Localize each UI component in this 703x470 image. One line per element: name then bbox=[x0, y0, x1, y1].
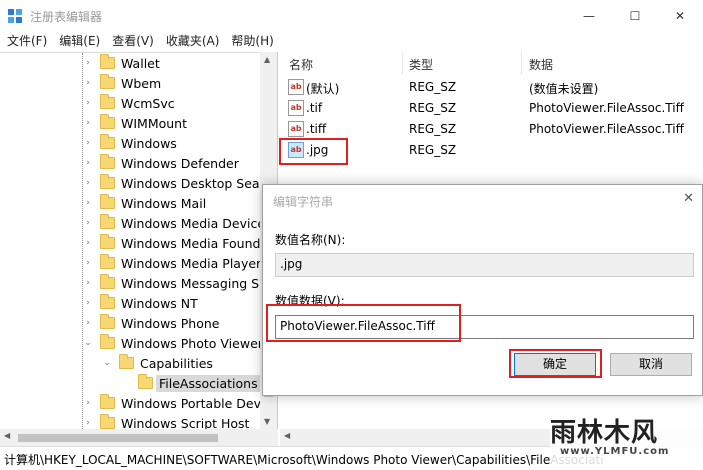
list-item[interactable]: ab (默认) REG_SZ (数值未设置) bbox=[280, 77, 703, 98]
highlight-value-data bbox=[266, 304, 461, 342]
cancel-button[interactable]: 取消 bbox=[610, 353, 692, 376]
chevron-right-icon[interactable]: › bbox=[82, 78, 94, 88]
folder-icon bbox=[100, 234, 115, 249]
tree-item[interactable]: › WcmSvc bbox=[82, 93, 175, 113]
chevron-right-icon[interactable]: › bbox=[82, 398, 94, 408]
scroll-down-icon[interactable]: ▼ bbox=[264, 417, 270, 426]
chevron-right-icon[interactable]: › bbox=[82, 238, 94, 248]
string-value-icon: ab bbox=[288, 121, 304, 137]
chevron-right-icon[interactable]: › bbox=[82, 298, 94, 308]
list-header: 名称 类型 数据 bbox=[280, 52, 703, 74]
column-name-header[interactable]: 名称 bbox=[289, 56, 313, 73]
chevron-right-icon[interactable]: › bbox=[82, 158, 94, 168]
tree-item[interactable]: › Windows NT bbox=[82, 293, 198, 313]
tree-item[interactable]: › Wbem bbox=[82, 73, 161, 93]
chevron-right-icon[interactable]: › bbox=[82, 318, 94, 328]
chevron-right-icon[interactable]: › bbox=[82, 278, 94, 288]
tree-item[interactable]: › WIMMount bbox=[82, 113, 187, 133]
tree-item[interactable]: › Windows Desktop Sear bbox=[82, 173, 265, 193]
menu-edit[interactable]: 编辑(E) bbox=[53, 32, 106, 52]
regedit-app-icon bbox=[8, 9, 22, 23]
tree-item[interactable]: › Windows Phone bbox=[82, 313, 220, 333]
folder-icon bbox=[100, 394, 115, 409]
scroll-thumb[interactable] bbox=[18, 434, 218, 442]
menu-file[interactable]: 文件(F) bbox=[0, 32, 53, 52]
folder-icon bbox=[100, 294, 115, 309]
folder-icon bbox=[100, 274, 115, 289]
folder-icon bbox=[100, 174, 115, 189]
chevron-right-icon[interactable]: › bbox=[82, 198, 94, 208]
tree-item[interactable]: › Windows Media Player bbox=[82, 253, 261, 273]
folder-icon bbox=[100, 254, 115, 269]
registry-tree: › Wallet › Wbem › WcmSvc › WIMMount › Windows… bbox=[0, 52, 278, 446]
folder-icon bbox=[100, 334, 115, 349]
highlight-ok-button bbox=[509, 349, 602, 378]
chevron-right-icon[interactable]: › bbox=[82, 218, 94, 228]
scroll-up-icon[interactable]: ▲ bbox=[264, 55, 270, 64]
dialog-close-icon[interactable]: ✕ bbox=[683, 191, 694, 206]
menu-favorites[interactable]: 收藏夹(A) bbox=[160, 32, 226, 52]
tree-item[interactable]: › Windows bbox=[82, 133, 177, 153]
folder-icon bbox=[119, 354, 134, 369]
watermark-logo-text: 雨林木风 bbox=[550, 418, 659, 448]
minimize-button[interactable]: — bbox=[566, 0, 612, 32]
folder-icon bbox=[100, 134, 115, 149]
tree-item[interactable]: › Wallet bbox=[82, 53, 160, 73]
scroll-left-icon[interactable]: ◀ bbox=[4, 431, 10, 440]
highlight-jpg-row bbox=[279, 138, 348, 165]
menu-help[interactable]: 帮助(H) bbox=[225, 32, 279, 52]
folder-icon bbox=[100, 194, 115, 209]
chevron-right-icon[interactable]: › bbox=[82, 98, 94, 108]
chevron-right-icon[interactable]: › bbox=[82, 178, 94, 188]
tree-horizontal-scrollbar[interactable]: ◀ bbox=[0, 429, 278, 446]
folder-icon bbox=[100, 74, 115, 89]
folder-icon bbox=[100, 214, 115, 229]
tree-item[interactable]: › Windows Mail bbox=[82, 193, 206, 213]
registry-path: 计算机\HKEY_LOCAL_MACHINE\SOFTWARE\Microsof… bbox=[4, 453, 604, 467]
tree-item[interactable]: › Windows Media Founda bbox=[82, 233, 268, 253]
dialog-title: 编辑字符串 bbox=[273, 195, 334, 209]
chevron-right-icon[interactable]: › bbox=[82, 58, 94, 68]
folder-icon bbox=[100, 94, 115, 109]
tree-item-selected[interactable]: FileAssociations bbox=[120, 373, 261, 393]
watermark-url: www.YLMFU.com bbox=[560, 446, 670, 457]
title-bar: 注册表编辑器 — ☐ ✕ bbox=[0, 0, 703, 32]
folder-icon bbox=[100, 54, 115, 69]
list-item[interactable]: ab .tiff REG_SZ PhotoViewer.FileAssoc.Ti… bbox=[280, 119, 703, 140]
maximize-button[interactable]: ☐ bbox=[612, 0, 658, 32]
tree-item[interactable]: › Windows Messaging Su bbox=[82, 273, 267, 293]
value-name-field[interactable]: .jpg bbox=[275, 253, 694, 277]
watermark: 雨林木风 www.YLMFU.com bbox=[550, 408, 703, 470]
chevron-right-icon[interactable]: › bbox=[82, 258, 94, 268]
chevron-right-icon[interactable]: › bbox=[82, 138, 94, 148]
tree-item[interactable]: › Windows Media Device bbox=[82, 213, 265, 233]
folder-icon bbox=[100, 114, 115, 129]
tree-item[interactable]: › Windows Portable Devic bbox=[82, 393, 271, 413]
chevron-down-icon[interactable]: ⌄ bbox=[101, 358, 113, 368]
folder-icon bbox=[100, 314, 115, 329]
chevron-right-icon[interactable]: › bbox=[82, 418, 94, 428]
menu-view[interactable]: 查看(V) bbox=[106, 32, 160, 52]
folder-icon bbox=[100, 414, 115, 429]
string-value-icon: ab bbox=[288, 100, 304, 116]
tree-item[interactable]: ⌄ Windows Photo Viewer bbox=[82, 333, 263, 353]
column-data-header[interactable]: 数据 bbox=[529, 56, 553, 73]
tree-item[interactable]: ⌄ Capabilities bbox=[101, 353, 213, 373]
value-name-label: 数值名称(N): bbox=[275, 233, 346, 247]
menu-bar: 文件(F) 编辑(E) 查看(V) 收藏夹(A) 帮助(H) bbox=[0, 32, 703, 52]
tree-item[interactable]: › Windows Defender bbox=[82, 153, 239, 173]
folder-icon bbox=[100, 154, 115, 169]
close-button[interactable]: ✕ bbox=[657, 0, 703, 32]
chevron-right-icon[interactable]: › bbox=[82, 118, 94, 128]
scroll-left-icon[interactable]: ◀ bbox=[284, 431, 290, 440]
edit-string-dialog: 编辑字符串 ✕ 数值名称(N): .jpg 数值数据(V): PhotoView… bbox=[262, 184, 703, 396]
window-title: 注册表编辑器 bbox=[30, 10, 103, 24]
string-value-icon: ab bbox=[288, 79, 304, 95]
column-type-header[interactable]: 类型 bbox=[409, 56, 433, 73]
chevron-down-icon[interactable]: ⌄ bbox=[82, 338, 94, 348]
folder-icon bbox=[138, 374, 153, 389]
list-item[interactable]: ab .tif REG_SZ PhotoViewer.FileAssoc.Tif… bbox=[280, 98, 703, 119]
